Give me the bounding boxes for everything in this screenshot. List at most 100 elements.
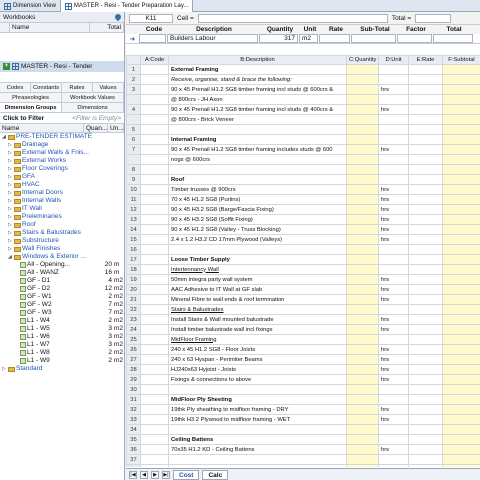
row-number[interactable]: 13	[126, 214, 141, 225]
expand-arrow-icon[interactable]: ▷	[8, 149, 13, 157]
cell-subtotal[interactable]	[442, 214, 480, 225]
cell-subtotal[interactable]	[442, 134, 480, 145]
row-number[interactable]: 29	[126, 374, 141, 385]
cell-unit[interactable]	[378, 334, 409, 345]
row-number[interactable]: 18	[126, 264, 141, 275]
cell-code[interactable]	[140, 214, 169, 225]
cell-rate[interactable]	[408, 74, 443, 85]
tree-item[interactable]: L1 - W6 3 m2	[0, 333, 124, 341]
cell-code[interactable]	[140, 234, 169, 245]
expand-arrow-icon[interactable]: ▷	[8, 213, 13, 221]
cell-subtotal[interactable]	[442, 324, 480, 335]
cell-unit[interactable]	[378, 434, 409, 445]
cell-code[interactable]	[140, 74, 169, 85]
expand-arrow-icon[interactable]: ▷	[8, 141, 13, 149]
cell-description[interactable]: @ 800crs - JH Axon	[168, 94, 347, 105]
tree-item[interactable]: ▷ External Walls & Fnis...	[0, 149, 124, 157]
tab-dimension-view[interactable]: Dimension View	[0, 0, 61, 12]
cell-unit[interactable]	[378, 394, 409, 405]
cell-subtotal[interactable]	[442, 334, 480, 345]
cell-subtotal[interactable]	[442, 164, 480, 175]
cell-description[interactable]: Fixings & connections to above	[168, 374, 347, 385]
cell-quantity[interactable]	[346, 394, 379, 405]
expand-arrow-icon[interactable]: ▷	[2, 365, 7, 373]
cell-rate[interactable]	[408, 94, 443, 105]
col-header-unit[interactable]: D:Unit	[378, 55, 409, 65]
cell-code[interactable]	[140, 224, 169, 235]
cell-unit[interactable]	[378, 424, 409, 435]
cell-description[interactable]: 50mm integra party wall system	[168, 274, 347, 285]
tree-item[interactable]: ▷ Substructure	[0, 237, 124, 245]
cell-quantity[interactable]	[346, 184, 379, 195]
cell-rate[interactable]	[408, 314, 443, 325]
cell-subtotal[interactable]	[442, 444, 480, 455]
cell-code[interactable]	[140, 314, 169, 325]
cell-unit[interactable]: hrs	[378, 104, 409, 115]
cell-unit[interactable]: hrs	[378, 184, 409, 195]
prev-sheet-icon[interactable]: ◀	[140, 470, 148, 479]
row-number[interactable]: 33	[126, 414, 141, 425]
cell-subtotal[interactable]	[442, 174, 480, 185]
row-number[interactable]: 37	[126, 454, 141, 465]
cell-code[interactable]	[140, 274, 169, 285]
row-number[interactable]	[126, 154, 141, 165]
cell-quantity[interactable]	[346, 104, 379, 115]
cell-subtotal[interactable]	[442, 414, 480, 425]
cell-unit[interactable]: hrs	[378, 444, 409, 455]
cell-rate[interactable]	[408, 154, 443, 165]
cell-subtotal[interactable]	[442, 264, 480, 275]
cell-rate[interactable]	[408, 174, 443, 185]
cell-description[interactable]: nogs @ 600crs	[168, 154, 347, 165]
cell-unit[interactable]	[378, 164, 409, 175]
edit-quantity[interactable]: 317	[259, 34, 298, 43]
cell-quantity[interactable]	[346, 164, 379, 175]
cell-subtotal[interactable]	[442, 154, 480, 165]
cell-code[interactable]	[140, 244, 169, 255]
cell-unit[interactable]	[378, 454, 409, 465]
cell-description[interactable]: MidFloor Ply Sheeting	[168, 394, 347, 405]
cell-code[interactable]	[140, 354, 169, 365]
cell-quantity[interactable]	[346, 134, 379, 145]
cell-unit[interactable]	[378, 304, 409, 315]
expand-arrow-icon[interactable]: ▷	[8, 221, 13, 229]
tab-dimension-groups[interactable]: Dimension Groups	[0, 103, 62, 113]
cell-subtotal[interactable]	[442, 404, 480, 415]
cell-quantity[interactable]	[346, 84, 379, 95]
cell-code[interactable]	[140, 124, 169, 135]
cell-description[interactable]	[168, 424, 347, 435]
cell-quantity[interactable]	[346, 284, 379, 295]
cell-rate[interactable]	[408, 354, 443, 365]
tree-item[interactable]: L1 - W5 3 m2	[0, 325, 124, 333]
tree-item[interactable]: ▷ Internal Walls	[0, 197, 124, 205]
cell-description[interactable]: External Framing	[168, 64, 347, 75]
cell-subtotal[interactable]	[442, 74, 480, 85]
cell-unit[interactable]	[378, 134, 409, 145]
row-number[interactable]: 19	[126, 274, 141, 285]
cell-rate[interactable]	[408, 364, 443, 375]
cell-subtotal[interactable]	[442, 384, 480, 395]
cell-description[interactable]: Loose Timber Supply	[168, 254, 347, 265]
cell-rate[interactable]	[408, 374, 443, 385]
cell-code[interactable]	[140, 134, 169, 145]
cell-ref[interactable]: K11	[129, 13, 173, 23]
cell-quantity[interactable]	[346, 64, 379, 75]
row-number[interactable]: 9	[126, 174, 141, 185]
row-number[interactable]: 11	[126, 194, 141, 205]
cell-code[interactable]	[140, 444, 169, 455]
row-number[interactable]: 36	[126, 444, 141, 455]
tree-item[interactable]: ◢ Windows & Exterior ...	[0, 253, 124, 261]
cell-description[interactable]: Timber trusses @ 900crs	[168, 184, 347, 195]
expand-arrow-icon[interactable]: ▷	[8, 229, 13, 237]
edit-factor[interactable]	[397, 34, 432, 43]
col-header-code[interactable]: A:Code	[140, 55, 169, 65]
cell-unit[interactable]: hrs	[378, 364, 409, 375]
cell-subtotal[interactable]	[442, 344, 480, 355]
tab-rates[interactable]: Rates	[62, 83, 93, 93]
row-number[interactable]: 22	[126, 304, 141, 315]
cell-rate[interactable]	[408, 464, 443, 467]
cell-subtotal[interactable]	[442, 364, 480, 375]
sheet-tab-cost[interactable]: Cost	[173, 469, 200, 480]
cell-rate[interactable]	[408, 334, 443, 345]
cell-description[interactable]: 240 x 45 H1.2 SG8 - Floor Joists	[168, 344, 347, 355]
cell-subtotal[interactable]	[442, 304, 480, 315]
